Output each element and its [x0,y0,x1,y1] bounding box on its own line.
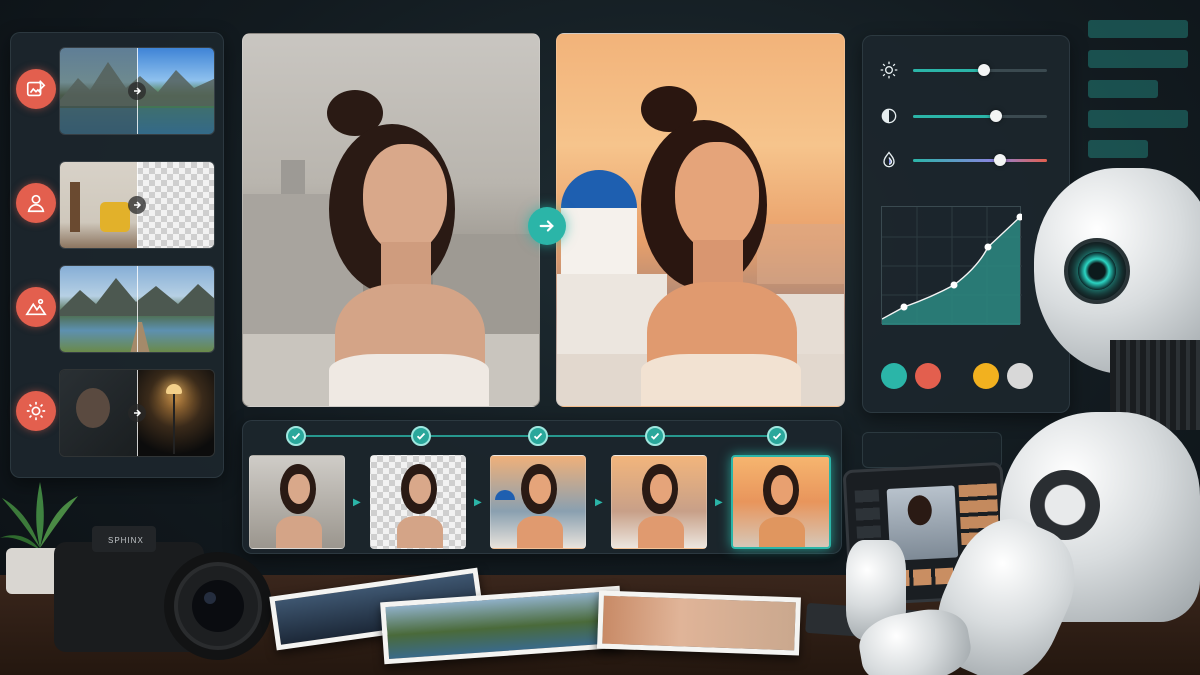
step-complete-icon [767,426,787,446]
tool-photo-enhance[interactable] [11,43,225,137]
apply-arrow-button[interactable] [528,207,566,245]
timeline-step-background[interactable] [490,455,586,549]
contrast-icon [881,108,897,124]
arrow-right-icon [128,82,146,100]
tool-relight[interactable] [11,365,225,459]
processing-timeline: ▶ ▶ ▶ ▶ [242,420,842,554]
saturation-slider[interactable] [877,148,1057,172]
after-image [556,33,845,407]
backdrop-glow [1088,20,1198,180]
robot-eye [1064,238,1130,304]
arrow-right-icon: ▶ [474,497,482,508]
saturation-icon [883,151,895,168]
brightness-icon [880,61,898,79]
arrow-right-icon [539,220,554,232]
color-swatch-gray[interactable] [1007,363,1033,389]
before-image [242,33,540,407]
adjustments-panel [862,35,1070,413]
arrow-right-icon: ▶ [715,497,723,508]
step-complete-icon [645,426,665,446]
brightness-slider[interactable] [877,58,1057,82]
arrow-right-icon [128,196,146,214]
camera: SPHINX [48,520,278,660]
timeline-step-final[interactable] [731,455,831,549]
curve-point [950,281,958,289]
step-complete-icon [411,426,431,446]
arrow-right-icon [128,404,146,422]
tool-landscape-enhance[interactable] [11,261,225,355]
curve-point [900,303,908,311]
image-edit-icon[interactable] [16,69,56,109]
tool-thumb-landscape [59,47,215,135]
sun-icon[interactable] [16,391,56,431]
camera-brand: SPHINX [108,536,144,545]
tool-background-remove[interactable] [11,157,225,251]
mountain-icon[interactable] [16,287,56,327]
color-swatch-yellow[interactable] [973,363,999,389]
tool-thumb-room [59,161,215,249]
person-icon[interactable] [16,183,56,223]
arrow-right-icon: ▶ [595,497,603,508]
arrow-right-icon: ▶ [353,497,361,508]
tool-thumb-portrait-light [59,369,215,457]
photo-print [597,590,801,656]
curve-point [984,243,992,251]
color-swatch-teal[interactable] [881,363,907,389]
timeline-step-color[interactable] [611,455,707,549]
tools-panel [10,32,224,478]
color-swatch-coral[interactable] [915,363,941,389]
tool-thumb-lake [59,265,215,353]
contrast-slider[interactable] [877,104,1057,128]
tone-curve-graph[interactable] [881,206,1024,325]
step-complete-icon [286,426,306,446]
step-complete-icon [528,426,548,446]
timeline-step-cutout[interactable] [370,455,466,549]
